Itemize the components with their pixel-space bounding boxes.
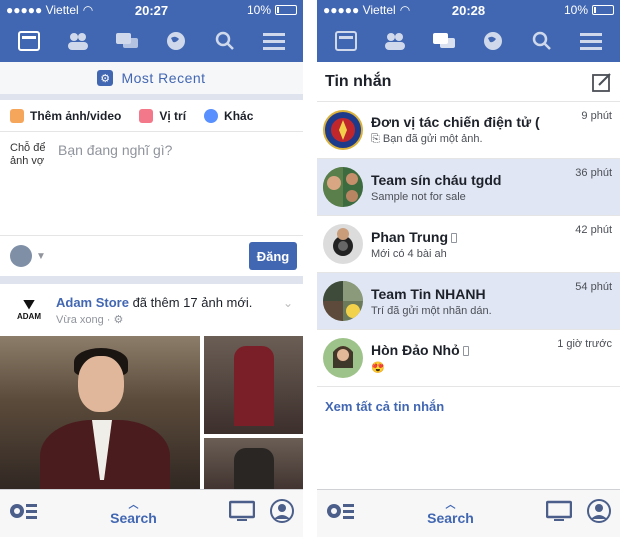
composer-actions: Thêm ảnh/video Vị trí Khác: [0, 100, 303, 132]
most-recent-label: Most Recent: [121, 70, 206, 86]
chevron-down-icon: ▼: [36, 250, 46, 262]
status-bar: ●●●●● Viettel ◠ 20:27 10%: [0, 0, 303, 20]
menu-icon[interactable]: [259, 26, 289, 56]
settings-icon[interactable]: [8, 500, 38, 527]
chevron-down-icon[interactable]: ⌄: [283, 296, 293, 310]
thread-item[interactable]: Hòn Đảo Nhỏ 😍 1 giờ trước: [317, 330, 620, 387]
status-bar: ●●●●● Viettel ◠ 20:28 10%: [317, 0, 620, 20]
carrier-label: ●●●●● Viettel: [6, 3, 79, 17]
page-title: Tin nhắn: [325, 72, 392, 90]
top-nav: [317, 20, 620, 62]
smiley-icon: [204, 108, 219, 123]
top-nav: [0, 20, 303, 62]
thread-item[interactable]: Team Tin NHANH Trí đã gửi một nhãn dán. 5…: [317, 273, 620, 330]
avatar: [323, 338, 363, 378]
composer-placeholder[interactable]: Bạn đang nghĩ gì?: [58, 142, 172, 225]
thread-time: 54 phút: [575, 281, 612, 293]
gear-icon: ⚙: [97, 70, 114, 86]
post-photos: [0, 336, 303, 528]
mobile-icon: [462, 346, 469, 357]
thread-item[interactable]: Team sín cháu tgdd Sample not for sale 36…: [317, 159, 620, 216]
avatar: [323, 281, 363, 321]
photo-icon: [10, 108, 24, 123]
post-timestamp: Vừa xong · ⚙: [56, 313, 124, 326]
more-button[interactable]: Khác: [204, 108, 253, 123]
thread-item[interactable]: Phan Trung Mới có 4 bài ah 42 phút: [317, 216, 620, 273]
battery-icon: [275, 5, 297, 15]
messages-header: Tin nhắn: [317, 62, 620, 102]
compose-icon[interactable]: [592, 72, 612, 92]
thread-snippet: Mới có 4 bài ah: [371, 247, 447, 260]
chevron-up-icon: ︿: [128, 499, 139, 511]
page-logo[interactable]: ADAM: [10, 291, 48, 329]
status-composer: Thêm ảnh/video Vị trí Khác Chỗ để ảnh vợ…: [0, 100, 303, 276]
bottom-bar: ︿ Search: [317, 489, 620, 537]
carrier-label: ●●●●● Viettel: [323, 3, 396, 17]
profile-icon[interactable]: [269, 498, 295, 529]
feed-post: ADAM Adam Store đã thêm 17 ảnh mới. Vừa …: [0, 284, 303, 528]
search-icon[interactable]: [527, 26, 557, 56]
search-tab[interactable]: ︿ Search: [427, 499, 474, 526]
thread-time: 42 phút: [575, 224, 612, 236]
add-photo-button[interactable]: Thêm ảnh/video: [10, 108, 121, 123]
wifi-icon: ◠: [399, 3, 411, 17]
friend-requests-icon[interactable]: [380, 26, 410, 56]
profile-icon[interactable]: [586, 498, 612, 529]
thread-item[interactable]: Đơn vị tác chiến điện tử ( ⎘ Bạn đã gửi m…: [317, 102, 620, 159]
photo-side-2[interactable]: [204, 438, 303, 528]
avatar: [323, 224, 363, 264]
divider: [0, 276, 303, 284]
post-title: Adam Store đã thêm 17 ảnh mới.: [56, 294, 253, 310]
messages-screen: ●●●●● Viettel ◠ 20:28 10% Tin nhắn Đơn vị…: [317, 0, 620, 537]
post-header: ADAM Adam Store đã thêm 17 ảnh mới. Vừa …: [0, 284, 303, 336]
settings-icon[interactable]: [325, 500, 355, 527]
video-icon[interactable]: [545, 500, 573, 527]
menu-icon[interactable]: [576, 26, 606, 56]
composer-body[interactable]: Chỗ để ảnh vợ Bạn đang nghĩ gì?: [0, 132, 303, 236]
most-recent-bar[interactable]: ⚙ Most Recent: [0, 62, 303, 100]
thread-time: 9 phút: [581, 110, 612, 122]
avatar: [323, 167, 363, 207]
audience-selector[interactable]: ▼: [10, 245, 46, 267]
messages-icon[interactable]: [429, 26, 459, 56]
globe-icon: [10, 245, 32, 267]
news-feed-icon[interactable]: [331, 26, 361, 56]
news-feed-icon[interactable]: [14, 26, 44, 56]
thread-snippet: Trí đã gửi một nhãn dán.: [371, 304, 492, 317]
battery-percent: 10%: [246, 3, 271, 17]
thread-snippet: 😍: [371, 362, 385, 374]
friend-requests-icon[interactable]: [63, 26, 93, 56]
composer-footer: ▼ Đăng: [0, 236, 303, 276]
photo-side-1[interactable]: [204, 336, 303, 434]
post-author[interactable]: Adam Store: [56, 295, 129, 310]
thread-time: 36 phút: [575, 167, 612, 179]
bottom-bar: ︿ Search: [0, 489, 303, 537]
notifications-globe-icon[interactable]: [478, 26, 508, 56]
thread-snippet: Sample not for sale: [371, 190, 466, 203]
video-icon[interactable]: [228, 500, 256, 527]
photo-main[interactable]: [0, 336, 200, 496]
notifications-globe-icon[interactable]: [161, 26, 191, 56]
mobile-icon: [451, 232, 457, 243]
search-tab[interactable]: ︿ Search: [110, 499, 157, 526]
thread-snippet: ⎘ Bạn đã gửi một ảnh.: [371, 133, 483, 145]
messages-icon[interactable]: [112, 26, 142, 56]
thread-name: Đơn vị tác chiến điện tử (: [371, 114, 540, 130]
thread-time: 1 giờ trước: [557, 338, 612, 350]
avatar: [323, 110, 363, 150]
see-all-messages-link[interactable]: Xem tất cả tin nhắn: [317, 387, 620, 425]
wifi-icon: ◠: [82, 3, 94, 17]
post-button[interactable]: Đăng: [249, 242, 297, 270]
location-pin-icon: [139, 108, 154, 123]
battery-icon: [592, 5, 614, 15]
search-icon[interactable]: [210, 26, 240, 56]
chevron-up-icon: ︿: [445, 499, 456, 511]
location-button[interactable]: Vị trí: [139, 108, 186, 123]
news-feed-screen: ●●●●● Viettel ◠ 20:27 10% ⚙ Most Recent T…: [0, 0, 303, 537]
paperclip-icon: ⎘: [371, 133, 383, 145]
thread-list: Đơn vị tác chiến điện tử ( ⎘ Bạn đã gửi m…: [317, 102, 620, 387]
avatar-alt-text: Chỗ để ảnh vợ: [10, 142, 46, 167]
battery-percent: 10%: [563, 3, 588, 17]
